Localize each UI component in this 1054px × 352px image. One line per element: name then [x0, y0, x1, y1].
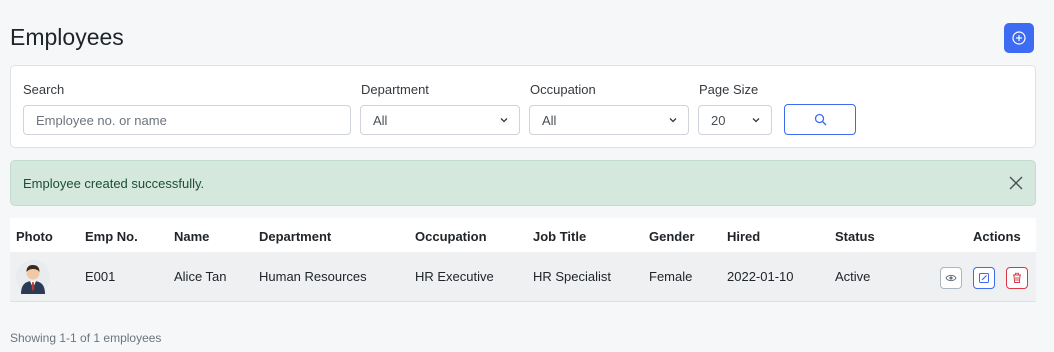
add-employee-button[interactable] — [1004, 23, 1034, 53]
pagination-summary: Showing 1-1 of 1 employees — [10, 331, 162, 345]
cell-job-title: HR Specialist — [533, 269, 612, 284]
page-size-select-value: 20 — [711, 112, 726, 128]
cell-status: Active — [835, 269, 871, 284]
chevron-down-icon — [669, 118, 677, 123]
occupation-select-value: All — [542, 112, 557, 128]
edit-icon — [979, 273, 989, 283]
column-header-occupation: Occupation — [415, 229, 487, 244]
chevron-down-icon — [752, 118, 760, 123]
edit-button[interactable] — [973, 267, 995, 289]
search-label: Search — [23, 82, 65, 97]
occupation-label: Occupation — [530, 82, 596, 97]
success-alert: Employee created successfully. — [10, 160, 1036, 206]
chevron-down-icon — [500, 118, 508, 123]
plus-circle-icon — [1012, 31, 1026, 45]
department-label: Department — [361, 82, 429, 97]
cell-hired: 2022-01-10 — [727, 269, 794, 284]
column-header-department: Department — [259, 229, 332, 244]
column-header-photo: Photo — [16, 229, 53, 244]
page-size-select[interactable]: 20 — [698, 105, 772, 135]
column-header-gender: Gender — [649, 229, 695, 244]
column-header-job-title: Job Title — [533, 229, 587, 244]
cell-gender: Female — [649, 269, 693, 284]
cell-emp-no: E001 — [85, 269, 116, 284]
alert-message: Employee created successfully. — [23, 175, 205, 191]
column-header-actions: Actions — [973, 229, 1021, 244]
search-button[interactable] — [784, 104, 856, 135]
column-header-status: Status — [835, 229, 875, 244]
cell-name: Alice Tan — [174, 269, 227, 284]
page-title: Employees — [10, 24, 124, 50]
table-header: Photo Emp No. Name Department Occupation… — [10, 218, 1036, 252]
avatar — [16, 260, 50, 294]
column-header-name: Name — [174, 229, 210, 244]
filter-panel: Search Employee no. or name Department A… — [10, 65, 1036, 148]
column-header-emp-no: Emp No. — [85, 229, 138, 244]
occupation-select[interactable]: All — [529, 105, 689, 135]
view-button[interactable] — [940, 267, 962, 289]
employees-page: Employees Search Employee no. or name De… — [0, 0, 1054, 352]
trash-icon — [1013, 272, 1021, 283]
department-select[interactable]: All — [360, 105, 520, 135]
column-header-hired: Hired — [727, 229, 761, 244]
search-input[interactable]: Employee no. or name — [23, 105, 351, 135]
cell-department: Human Resources — [259, 269, 367, 284]
department-select-value: All — [373, 112, 388, 128]
cell-occupation: HR Executive — [415, 269, 494, 284]
delete-button[interactable] — [1006, 267, 1028, 289]
eye-icon — [945, 274, 957, 282]
page-size-label: Page Size — [699, 82, 759, 97]
close-icon[interactable] — [1007, 174, 1025, 192]
table-row: E001 Alice Tan Human Resources HR Execut… — [10, 252, 1036, 302]
search-icon — [814, 113, 826, 126]
